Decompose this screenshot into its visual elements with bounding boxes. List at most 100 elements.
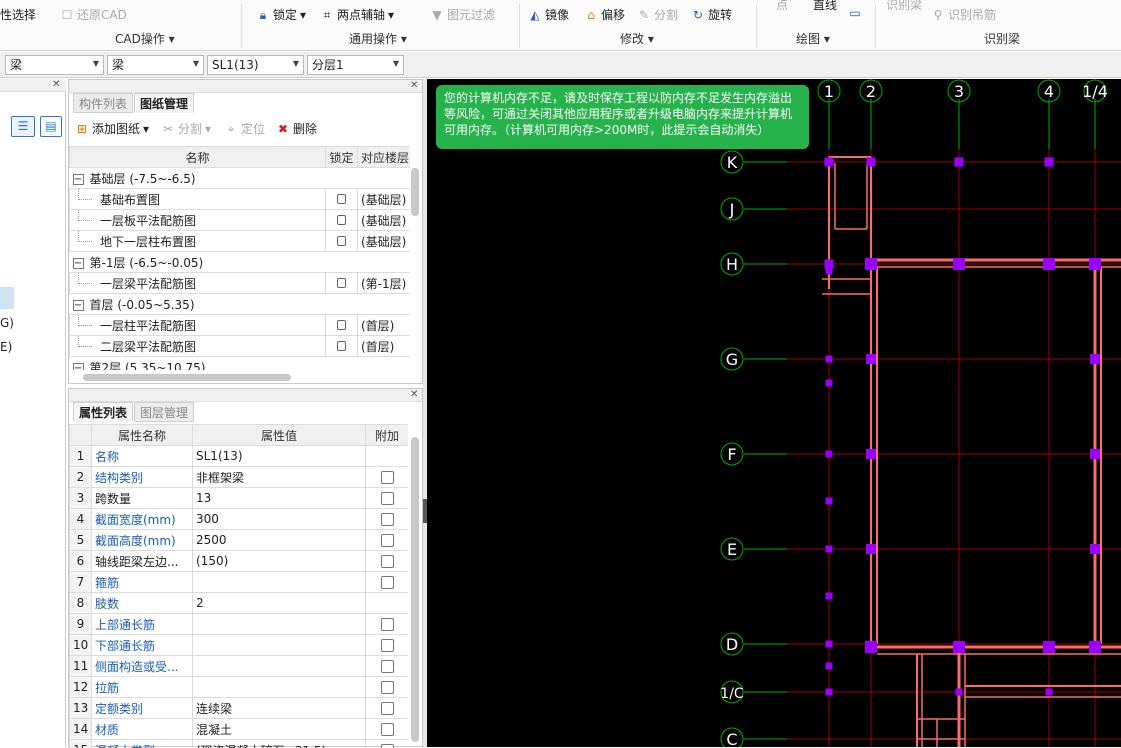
append-checkbox[interactable]	[381, 618, 394, 631]
cad-drawing-canvas[interactable]: 12341/4KJHGFED1/CC	[427, 79, 1121, 747]
property-value[interactable]: (150)	[193, 551, 366, 572]
lock-icon[interactable]	[337, 320, 346, 330]
column-header-name[interactable]: 名称	[70, 147, 326, 168]
property-row[interactable]: 6轴线距梁左边...(150)	[70, 551, 409, 572]
append-checkbox[interactable]	[381, 660, 394, 673]
lock-icon[interactable]	[337, 215, 346, 225]
property-row[interactable]: 11侧面构造或受...	[70, 656, 409, 677]
tab-property-list[interactable]: 属性列表	[73, 402, 133, 422]
property-value[interactable]: 非框架梁	[193, 467, 366, 488]
property-value[interactable]	[193, 614, 366, 635]
cad-group-label[interactable]: CAD操作 ▾	[115, 30, 175, 47]
drawing-floor-group-row[interactable]: −第2层 (5.35~10.75)	[70, 357, 411, 371]
property-row[interactable]: 3跨数量13	[70, 488, 409, 509]
append-checkbox[interactable]	[381, 555, 394, 568]
add-drawing-button[interactable]: ⊞添加图纸 ▾	[75, 120, 149, 137]
tab-drawing-management[interactable]: 图纸管理	[134, 93, 194, 113]
column-header-lock[interactable]: 锁定	[326, 147, 358, 168]
collapse-icon[interactable]: −	[73, 363, 84, 371]
delete-drawing-button[interactable]: ✖删除	[276, 120, 317, 137]
property-value[interactable]: SL1(13)	[193, 446, 366, 467]
lock-cell[interactable]	[326, 231, 358, 252]
drawing-row[interactable]: 基础布置图(基础层)	[70, 189, 411, 210]
two-point-axis-button[interactable]: ⌗两点辅轴 ▾	[320, 6, 394, 23]
component-type-select[interactable]: 梁▼	[5, 55, 104, 75]
draw-group-label[interactable]: 绘图 ▾	[796, 30, 830, 47]
property-value[interactable]: 300	[193, 509, 366, 530]
lock-icon[interactable]	[337, 278, 346, 288]
property-value[interactable]: 2	[193, 593, 366, 614]
drawing-floor-group-row[interactable]: −第-1层 (-6.5~-0.05)	[70, 252, 411, 273]
lock-cell[interactable]	[326, 336, 358, 357]
vertical-scrollbar[interactable]	[411, 168, 419, 216]
close-icon[interactable]: ✕	[410, 389, 418, 400]
general-group-label[interactable]: 通用操作 ▾	[349, 30, 407, 47]
attribute-select-button[interactable]: 性选择	[0, 6, 36, 23]
component-name-select[interactable]: SL1(13)▼	[207, 55, 304, 75]
property-row[interactable]: 13定额类别连续梁	[70, 698, 409, 719]
component-subtype-select[interactable]: 梁▼	[107, 55, 204, 75]
collapse-icon[interactable]: −	[73, 258, 84, 269]
column-header-property-value[interactable]: 属性值	[193, 425, 366, 446]
property-value[interactable]: 混凝土	[193, 719, 366, 740]
property-row[interactable]: 8肢数2	[70, 593, 409, 614]
column-header-append[interactable]: 附加	[366, 425, 409, 446]
lock-icon[interactable]	[337, 341, 346, 351]
property-row[interactable]: 9上部通长筋	[70, 614, 409, 635]
property-value[interactable]: 连续梁	[193, 698, 366, 719]
close-icon[interactable]: ✕	[410, 80, 418, 91]
mirror-button[interactable]: ◭镜像	[528, 6, 569, 23]
property-row[interactable]: 5截面高度(mm)2500	[70, 530, 409, 551]
collapse-icon[interactable]: −	[73, 300, 84, 311]
locate-drawing-button[interactable]: ⌖定位	[224, 120, 265, 137]
lock-cell[interactable]	[326, 210, 358, 231]
append-checkbox[interactable]	[381, 744, 394, 748]
restore-cad-button[interactable]: ☐还原CAD	[60, 6, 127, 23]
lock-icon[interactable]	[337, 236, 346, 246]
selected-tree-item[interactable]	[0, 287, 14, 309]
property-row[interactable]: 7箍筋	[70, 572, 409, 593]
property-row[interactable]: 12拉筋	[70, 677, 409, 698]
property-row[interactable]: 4截面宽度(mm)300	[70, 509, 409, 530]
modify-group-label[interactable]: 修改 ▾	[620, 30, 654, 47]
property-row[interactable]: 2结构类别非框架梁	[70, 467, 409, 488]
sublayer-select[interactable]: 分层1▼	[307, 55, 404, 75]
append-checkbox[interactable]	[381, 576, 394, 589]
property-value[interactable]	[193, 635, 366, 656]
drawing-row[interactable]: 地下一层柱布置图(基础层)	[70, 231, 411, 252]
property-value[interactable]	[193, 656, 366, 677]
append-checkbox[interactable]	[381, 492, 394, 505]
lock-button[interactable]: 🔒︎锁定 ▾	[256, 6, 306, 23]
lock-cell[interactable]	[326, 315, 358, 336]
drawing-floor-group-row[interactable]: −首层 (-0.05~5.35)	[70, 294, 411, 315]
drawing-row[interactable]: 一层板平法配筋图(基础层)	[70, 210, 411, 231]
tree-item[interactable]: E)	[0, 340, 12, 354]
drawing-row[interactable]: 一层柱平法配筋图(首层)	[70, 315, 411, 336]
collapse-icon[interactable]: −	[73, 174, 84, 185]
rotate-button[interactable]: ↻旋转	[691, 6, 732, 23]
horizontal-scrollbar[interactable]	[83, 374, 291, 381]
line-button[interactable]: 直线	[813, 0, 837, 13]
append-checkbox[interactable]	[381, 723, 394, 736]
lock-cell[interactable]	[326, 189, 358, 210]
tab-component-list[interactable]: 构件列表	[73, 93, 133, 113]
drawing-floor-group-row[interactable]: −基础层 (-7.5~-6.5)	[70, 168, 411, 189]
lock-cell[interactable]	[326, 273, 358, 294]
property-row[interactable]: 1名称SL1(13)	[70, 446, 409, 467]
property-row[interactable]: 14材质混凝土	[70, 719, 409, 740]
list-view-icon[interactable]: ☰	[11, 116, 35, 137]
detail-view-icon[interactable]: ▤	[40, 116, 62, 137]
drawing-row[interactable]: 一层梁平法配筋图(第-1层)	[70, 273, 411, 294]
tree-item[interactable]: G)	[0, 316, 14, 330]
property-row[interactable]: 10下部通长筋	[70, 635, 409, 656]
rectangle-button[interactable]: ▭	[848, 6, 862, 20]
vertical-scrollbar[interactable]	[411, 437, 419, 742]
append-checkbox[interactable]	[381, 534, 394, 547]
property-value[interactable]	[193, 572, 366, 593]
cad-drawing[interactable]: 12341/4KJHGFED1/CC	[427, 79, 1121, 747]
append-checkbox[interactable]	[381, 681, 394, 694]
property-value[interactable]: 13	[193, 488, 366, 509]
property-value[interactable]: 2500	[193, 530, 366, 551]
drawing-row[interactable]: 二层梁平法配筋图(首层)	[70, 336, 411, 357]
split-button[interactable]: ✎分割	[637, 6, 678, 23]
